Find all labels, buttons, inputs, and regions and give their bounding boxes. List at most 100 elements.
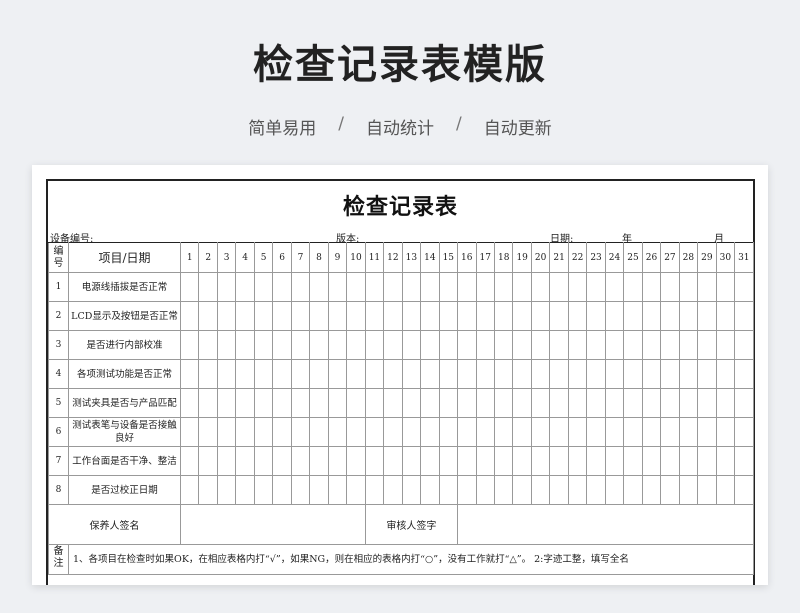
day-check-cell[interactable] bbox=[734, 301, 754, 331]
day-check-cell[interactable] bbox=[715, 475, 736, 505]
day-check-cell[interactable] bbox=[253, 330, 274, 360]
day-check-cell[interactable] bbox=[179, 359, 200, 389]
day-check-cell[interactable] bbox=[530, 330, 551, 360]
day-check-cell[interactable] bbox=[715, 388, 736, 418]
day-check-cell[interactable] bbox=[438, 388, 459, 418]
day-check-cell[interactable] bbox=[586, 301, 606, 331]
day-check-cell[interactable] bbox=[364, 272, 385, 302]
day-check-cell[interactable] bbox=[401, 330, 422, 360]
day-check-cell[interactable] bbox=[309, 417, 329, 447]
day-check-cell[interactable] bbox=[364, 417, 385, 447]
day-check-cell[interactable] bbox=[549, 475, 569, 505]
day-check-cell[interactable] bbox=[383, 446, 403, 476]
day-check-cell[interactable] bbox=[327, 301, 348, 331]
day-check-cell[interactable] bbox=[660, 330, 680, 360]
day-check-cell[interactable] bbox=[586, 446, 606, 476]
day-check-cell[interactable] bbox=[604, 417, 625, 447]
day-check-cell[interactable] bbox=[549, 272, 569, 302]
day-check-cell[interactable] bbox=[586, 388, 606, 418]
day-check-cell[interactable] bbox=[660, 272, 680, 302]
day-check-cell[interactable] bbox=[198, 272, 218, 302]
day-check-cell[interactable] bbox=[272, 359, 292, 389]
day-check-cell[interactable] bbox=[530, 417, 551, 447]
day-check-cell[interactable] bbox=[457, 446, 477, 476]
day-check-cell[interactable] bbox=[179, 301, 200, 331]
day-check-cell[interactable] bbox=[438, 330, 459, 360]
day-check-cell[interactable] bbox=[272, 475, 292, 505]
day-check-cell[interactable] bbox=[383, 388, 403, 418]
day-check-cell[interactable] bbox=[604, 359, 625, 389]
day-check-cell[interactable] bbox=[383, 475, 403, 505]
day-check-cell[interactable] bbox=[346, 388, 366, 418]
day-check-cell[interactable] bbox=[475, 417, 495, 447]
day-check-cell[interactable] bbox=[420, 475, 440, 505]
day-check-cell[interactable] bbox=[216, 301, 237, 331]
day-check-cell[interactable] bbox=[235, 301, 255, 331]
day-check-cell[interactable] bbox=[216, 446, 237, 476]
day-check-cell[interactable] bbox=[697, 388, 717, 418]
day-check-cell[interactable] bbox=[549, 446, 569, 476]
day-check-cell[interactable] bbox=[309, 388, 329, 418]
day-check-cell[interactable] bbox=[457, 330, 477, 360]
day-check-cell[interactable] bbox=[327, 272, 348, 302]
day-check-cell[interactable] bbox=[253, 301, 274, 331]
day-check-cell[interactable] bbox=[179, 446, 200, 476]
day-check-cell[interactable] bbox=[346, 475, 366, 505]
day-check-cell[interactable] bbox=[420, 301, 440, 331]
day-check-cell[interactable] bbox=[235, 417, 255, 447]
day-check-cell[interactable] bbox=[253, 388, 274, 418]
day-check-cell[interactable] bbox=[734, 272, 754, 302]
day-check-cell[interactable] bbox=[198, 475, 218, 505]
day-check-cell[interactable] bbox=[715, 417, 736, 447]
day-check-cell[interactable] bbox=[512, 417, 532, 447]
day-check-cell[interactable] bbox=[734, 388, 754, 418]
day-check-cell[interactable] bbox=[641, 359, 662, 389]
day-check-cell[interactable] bbox=[549, 359, 569, 389]
day-check-cell[interactable] bbox=[198, 359, 218, 389]
day-check-cell[interactable] bbox=[457, 359, 477, 389]
day-check-cell[interactable] bbox=[493, 446, 514, 476]
day-check-cell[interactable] bbox=[530, 301, 551, 331]
day-check-cell[interactable] bbox=[567, 417, 588, 447]
day-check-cell[interactable] bbox=[383, 359, 403, 389]
day-check-cell[interactable] bbox=[586, 272, 606, 302]
day-check-cell[interactable] bbox=[457, 475, 477, 505]
day-check-cell[interactable] bbox=[734, 417, 754, 447]
day-check-cell[interactable] bbox=[586, 475, 606, 505]
day-check-cell[interactable] bbox=[290, 359, 311, 389]
day-check-cell[interactable] bbox=[475, 388, 495, 418]
day-check-cell[interactable] bbox=[678, 446, 699, 476]
day-check-cell[interactable] bbox=[604, 272, 625, 302]
day-check-cell[interactable] bbox=[475, 359, 495, 389]
day-check-cell[interactable] bbox=[179, 475, 200, 505]
day-check-cell[interactable] bbox=[420, 417, 440, 447]
day-check-cell[interactable] bbox=[678, 417, 699, 447]
day-check-cell[interactable] bbox=[567, 272, 588, 302]
day-check-cell[interactable] bbox=[420, 272, 440, 302]
day-check-cell[interactable] bbox=[438, 359, 459, 389]
day-check-cell[interactable] bbox=[604, 301, 625, 331]
day-check-cell[interactable] bbox=[346, 301, 366, 331]
day-check-cell[interactable] bbox=[586, 359, 606, 389]
day-check-cell[interactable] bbox=[364, 388, 385, 418]
day-check-cell[interactable] bbox=[734, 475, 754, 505]
day-check-cell[interactable] bbox=[586, 330, 606, 360]
day-check-cell[interactable] bbox=[641, 388, 662, 418]
day-check-cell[interactable] bbox=[697, 446, 717, 476]
day-check-cell[interactable] bbox=[530, 446, 551, 476]
day-check-cell[interactable] bbox=[401, 359, 422, 389]
day-check-cell[interactable] bbox=[567, 475, 588, 505]
day-check-cell[interactable] bbox=[678, 330, 699, 360]
day-check-cell[interactable] bbox=[253, 417, 274, 447]
day-check-cell[interactable] bbox=[383, 417, 403, 447]
day-check-cell[interactable] bbox=[660, 446, 680, 476]
day-check-cell[interactable] bbox=[697, 272, 717, 302]
day-check-cell[interactable] bbox=[198, 446, 218, 476]
day-check-cell[interactable] bbox=[623, 359, 643, 389]
day-check-cell[interactable] bbox=[512, 388, 532, 418]
day-check-cell[interactable] bbox=[660, 301, 680, 331]
day-check-cell[interactable] bbox=[493, 301, 514, 331]
day-check-cell[interactable] bbox=[734, 446, 754, 476]
day-check-cell[interactable] bbox=[290, 446, 311, 476]
day-check-cell[interactable] bbox=[364, 301, 385, 331]
